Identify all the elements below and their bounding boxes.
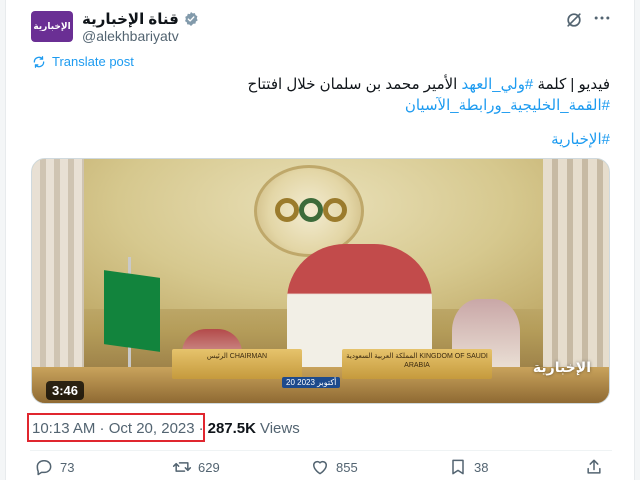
repost-button[interactable]: 629 — [172, 457, 220, 477]
saudi-flag — [104, 270, 160, 352]
date-ticker: 20 أكتوبر 2023 — [282, 377, 341, 388]
repost-icon — [172, 462, 192, 472]
hashtag-alekhbariya[interactable]: #الإخبارية — [551, 130, 610, 148]
views-count: 287.5K — [207, 420, 256, 437]
ellipsis-icon — [594, 16, 610, 20]
tweet-text-rest: الأمير محمد بن سلمان خلال افتتاح — [247, 76, 462, 93]
country-nameplate: المملكة العربية السعودية KINGDOM OF SAUD… — [342, 349, 492, 379]
translate-label: Translate post — [52, 54, 134, 69]
grok-glyph-icon — [567, 13, 581, 27]
video-player[interactable]: الرئيس CHAIRMAN المملكة العربية السعودية… — [31, 158, 610, 404]
bookmark-icon — [452, 459, 464, 475]
video-duration: 3:46 — [46, 381, 85, 400]
author-name-row[interactable]: قناة الإخبارية — [82, 10, 199, 28]
meta-separator: · — [198, 420, 204, 437]
tweet-text: فيديو | كلمة #ولي_العهد الأمير محمد بن س… — [30, 74, 610, 116]
chairman-nameplate: الرئيس CHAIRMAN — [172, 349, 302, 379]
reply-button[interactable]: 73 — [34, 457, 74, 477]
like-button[interactable]: 855 — [310, 457, 358, 477]
action-bar: 73 629 855 38 — [34, 457, 610, 477]
share-icon — [587, 459, 601, 474]
repost-count: 629 — [198, 459, 220, 475]
post-meta: 10:13 AM · Oct 20, 2023 · 287.5K Views — [32, 420, 300, 437]
translate-post-link[interactable]: Translate post — [32, 54, 134, 69]
right-page-edge — [634, 0, 640, 480]
share-button[interactable] — [584, 457, 604, 477]
tweet-text-prefix: فيديو | كلمة — [533, 76, 610, 93]
more-options-icon[interactable] — [592, 8, 612, 28]
avatar-label: الإخبارية — [33, 21, 71, 31]
reply-count: 73 — [60, 459, 75, 475]
avatar[interactable]: الإخبارية — [31, 11, 73, 42]
like-count: 855 — [336, 459, 358, 475]
display-name[interactable]: قناة الإخبارية — [82, 10, 179, 28]
views-label: Views — [259, 420, 300, 437]
hashtag-gcc-asean-summit[interactable]: #القمة_الخليجية_ورابطة_الآسيان — [405, 97, 610, 114]
left-page-edge — [0, 0, 6, 480]
grok-icon[interactable] — [564, 10, 584, 30]
heart-icon — [313, 460, 327, 475]
bookmark-count: 38 — [474, 459, 489, 475]
actions-divider — [30, 450, 612, 451]
channel-watermark: الإخبارية — [532, 359, 591, 375]
bookmark-button[interactable]: 38 — [448, 457, 488, 477]
hashtag-crown-prince[interactable]: #ولي_العهد — [462, 76, 534, 93]
verified-badge-icon — [184, 12, 198, 26]
reply-icon — [36, 460, 52, 476]
emblem-ring-center — [299, 198, 323, 222]
handle[interactable]: @alekhbariyatv — [82, 28, 179, 44]
translate-icon — [33, 55, 45, 68]
emblem-ring-left — [275, 198, 299, 222]
emblem-ring-right — [323, 198, 347, 222]
post-timestamp[interactable]: 10:13 AM · Oct 20, 2023 — [32, 420, 195, 437]
